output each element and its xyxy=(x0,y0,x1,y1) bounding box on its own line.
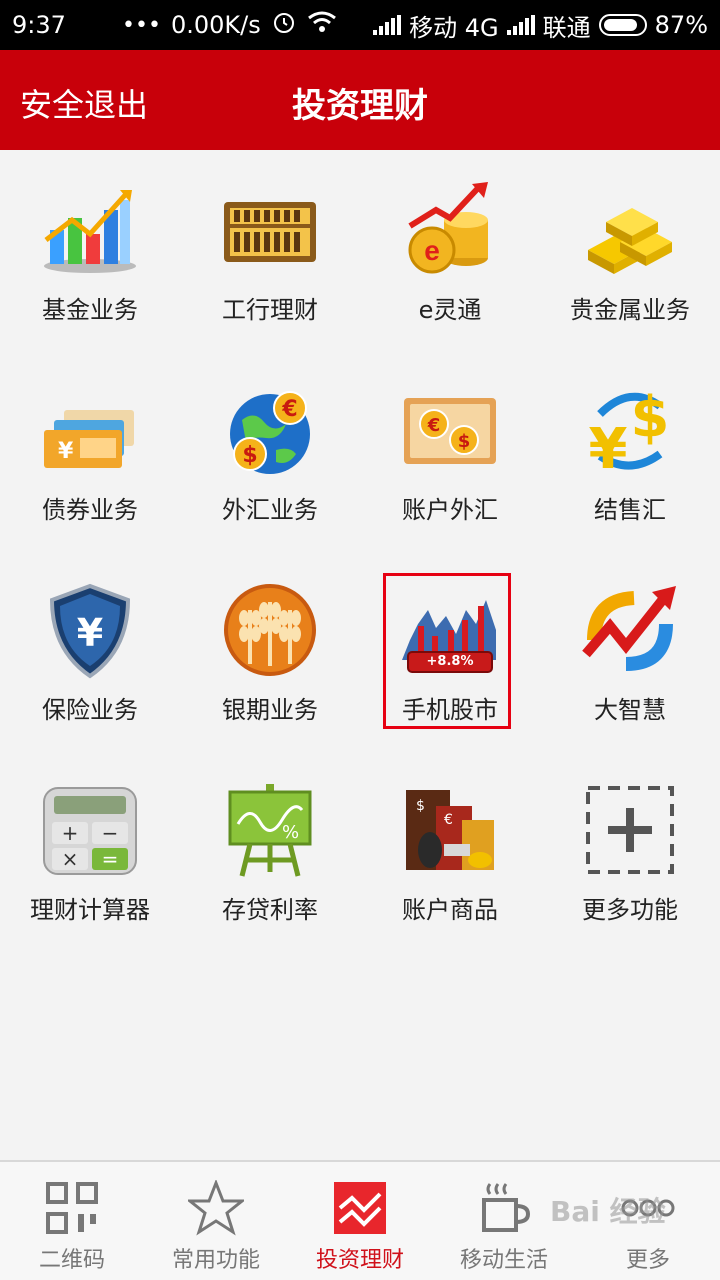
wheat-icon xyxy=(220,580,320,680)
network-speed: 0.00K/s xyxy=(170,11,261,39)
grid-item-icbc-finance[interactable]: 工行理财 xyxy=(180,150,360,350)
fund-chart-icon xyxy=(40,180,140,280)
svg-text:$: $ xyxy=(631,385,670,450)
nav-label: 投资理财 xyxy=(315,1248,404,1273)
grid-item-label: 存贷利率 xyxy=(222,896,318,924)
svg-text:$: $ xyxy=(242,443,257,468)
qrcode-icon xyxy=(44,1180,100,1236)
commodity-icon: $ € xyxy=(400,780,500,880)
bonds-icon: ¥ xyxy=(40,380,140,480)
svg-text:%: % xyxy=(282,822,299,843)
add-more-icon xyxy=(580,780,680,880)
grid-item-label: 账户商品 xyxy=(402,896,498,924)
grid-item-forex[interactable]: € $ 外汇业务 xyxy=(180,350,360,550)
signal-icon xyxy=(373,15,402,35)
grid-item-insurance[interactable]: ¥ 保险业务 xyxy=(0,550,180,750)
svg-text:€: € xyxy=(444,812,453,828)
svg-text:€: € xyxy=(427,415,441,436)
grid-item-futures[interactable]: 银期业务 xyxy=(180,550,360,750)
grid-item-fund[interactable]: 基金业务 xyxy=(0,150,180,350)
star-icon xyxy=(185,1178,247,1236)
wifi-icon xyxy=(307,10,337,40)
grid-item-label: 贵金属业务 xyxy=(570,296,690,324)
svg-text:$: $ xyxy=(458,431,471,452)
grid-item-label: 理财计算器 xyxy=(30,896,150,924)
battery-percent: 87% xyxy=(654,11,708,39)
grid-item-label: 银期业务 xyxy=(222,696,318,724)
grid-item-label: e灵通 xyxy=(418,296,482,324)
grid-item-label: 保险业务 xyxy=(42,696,138,724)
e-coins-icon: e xyxy=(400,180,500,280)
status-time: 9:37 xyxy=(12,11,66,39)
grid-item-label: 结售汇 xyxy=(594,496,666,524)
nav-favorites[interactable]: 常用功能 xyxy=(144,1162,288,1280)
yen-dollar-exchange-icon: ¥ $ xyxy=(580,380,680,482)
grid-item-e-lingtong[interactable]: e e灵通 xyxy=(360,150,540,350)
grid-item-label: 债券业务 xyxy=(42,496,138,524)
grid-item-label: 外汇业务 xyxy=(222,496,318,524)
grid-item-label: 工行理财 xyxy=(222,296,318,324)
nav-label: 二维码 xyxy=(38,1248,105,1273)
invest-chart-icon xyxy=(332,1180,388,1236)
gold-bars-icon xyxy=(580,180,680,280)
nav-qrcode[interactable]: 二维码 xyxy=(0,1162,144,1280)
signal-icon xyxy=(506,15,535,35)
grid-item-loan-rates[interactable]: % 存贷利率 xyxy=(180,750,360,950)
nav-investment[interactable]: 投资理财 xyxy=(288,1162,432,1280)
highlight-box xyxy=(383,573,511,729)
svg-text:€: € xyxy=(281,397,297,422)
currency-card-icon: € $ xyxy=(400,380,500,480)
grid-item-account-forex[interactable]: € $ 账户外汇 xyxy=(360,350,540,550)
more-notifications-icon: ••• xyxy=(122,12,161,38)
svg-text:+: + xyxy=(62,821,79,845)
svg-text:×: × xyxy=(62,847,79,871)
calculator-icon: + − × = xyxy=(40,780,140,880)
grid-item-fx-settlement[interactable]: ¥ $ 结售汇 xyxy=(540,350,720,550)
svg-text:¥: ¥ xyxy=(589,417,628,480)
grid-item-precious-metals[interactable]: 贵金属业务 xyxy=(540,150,720,350)
grid-item-more-functions[interactable]: 更多功能 xyxy=(540,750,720,950)
grid-item-dazhihui[interactable]: 大智慧 xyxy=(540,550,720,750)
status-bar: 9:37 ••• 0.00K/s 移动 4G 联通 87% xyxy=(0,0,720,50)
grid-item-label: 大智慧 xyxy=(594,696,666,724)
svg-text:¥: ¥ xyxy=(58,439,74,464)
grid-item-calculator[interactable]: + − × = 理财计算器 xyxy=(0,750,180,950)
carrier-2: 联通 xyxy=(542,13,591,42)
svg-text:¥: ¥ xyxy=(77,611,103,655)
grid-item-label: 更多功能 xyxy=(582,896,678,924)
nav-label: 常用功能 xyxy=(171,1248,260,1273)
coffee-cup-icon xyxy=(476,1180,532,1236)
svg-text:=: = xyxy=(102,847,119,871)
grid-item-label: 基金业务 xyxy=(42,296,138,324)
globe-currency-icon: € $ xyxy=(220,380,320,480)
svg-text:e: e xyxy=(424,235,440,266)
nav-label: 更多 xyxy=(625,1248,670,1273)
watermark: Bai 经验 xyxy=(550,1195,666,1228)
svg-text:−: − xyxy=(102,821,119,845)
rate-board-icon: % xyxy=(220,780,320,880)
alarm-icon xyxy=(271,9,297,41)
grid-item-bonds[interactable]: ¥ 债券业务 xyxy=(0,350,180,550)
grid-item-label: 账户外汇 xyxy=(402,496,498,524)
trend-arrow-icon xyxy=(580,580,680,680)
abacus-icon xyxy=(220,180,320,280)
nav-label: 移动生活 xyxy=(459,1248,548,1273)
yen-shield-icon: ¥ xyxy=(40,580,140,680)
battery-icon xyxy=(598,14,647,36)
page-title: 投资理财 xyxy=(292,86,428,126)
grid-item-account-commodity[interactable]: $ € 账户商品 xyxy=(360,750,540,950)
svg-text:$: $ xyxy=(416,798,425,814)
app-header: 安全退出 投资理财 xyxy=(0,50,720,150)
carrier-1: 移动 4G xyxy=(409,13,499,42)
